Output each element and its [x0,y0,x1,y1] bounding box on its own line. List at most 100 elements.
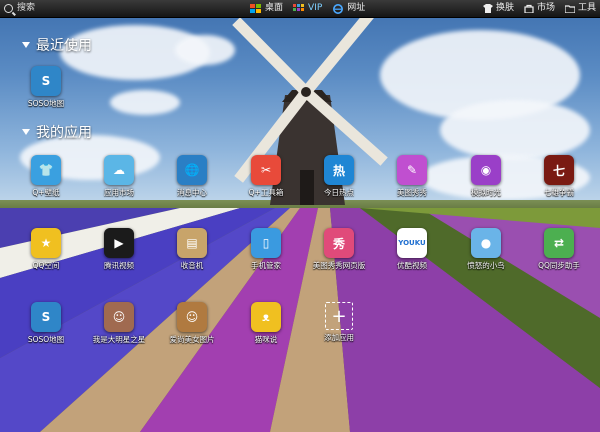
phone-manager-icon: ▯ [251,228,281,258]
app-label: QQ同步助手 [538,261,580,270]
app-shortcut[interactable]: ☁ 应用市场 [83,155,155,197]
app-label: 应用市场 [104,188,134,197]
app-shortcut[interactable]: ▶ 腾讯视频 [83,228,155,270]
folder-icon [564,5,575,13]
app-shortcut[interactable]: ▯ 手机管家 [230,228,302,270]
app-label: 美图秀秀 [397,188,427,197]
collapse-triangle-icon [22,129,30,135]
app-shortcut[interactable]: YOUKU 优酷视频 [376,228,448,270]
app-shortcut[interactable]: S SOSO地图 [10,66,82,108]
market-label: 市场 [536,3,555,13]
web-button[interactable]: 网址 [332,0,365,17]
app-label: Q+工具箱 [248,188,284,197]
vip-grid-icon [293,3,305,11]
search-icon [4,4,13,13]
app-label: 愤怒的小鸟 [467,261,505,270]
app-shortcut[interactable]: ᴥ 猫咪说 [230,302,302,344]
vip-button[interactable]: VIP [293,0,322,17]
search-box[interactable]: 搜索 [4,0,224,17]
app-label: 猫咪说 [254,335,278,344]
ie-icon [333,3,344,14]
desktop-button[interactable]: 桌面 [250,0,283,17]
app-shortcut[interactable]: ⇄ QQ同步助手 [523,228,595,270]
app-label: 爱尚美女图片 [169,335,215,344]
app-shortcut[interactable]: 秀美图秀秀网页版 [303,228,375,270]
top-taskbar: 搜索 桌面 VIP 网址 换肤 市场 工具 [0,0,600,18]
app-label: QQ空间 [32,261,60,270]
app-label: 美图秀秀网页版 [312,261,366,270]
app-label: 模拟时光 [471,188,501,197]
market-button[interactable]: 市场 [524,0,555,17]
app-label: Q+壁纸 [32,188,60,197]
hot-news-icon: 热 [324,155,354,185]
tools-label: 工具 [577,3,596,13]
star-photo-icon: ☺ [104,302,134,332]
windows-icon [250,3,261,13]
meitu-web-icon: 秀 [324,228,354,258]
shirt-icon [482,4,493,13]
tools-button[interactable]: 工具 [564,0,596,17]
app-shortcut[interactable]: ★ QQ空间 [10,228,82,270]
app-shortcut[interactable]: 🌐 消息中心 [156,155,228,197]
radio-icon: ▤ [177,228,207,258]
tshirt-icon: 👕 [31,155,61,185]
recent-section-title: 最近使用 [36,38,92,54]
web-label: 网址 [347,3,366,13]
app-shortcut[interactable]: 热今日热点 [303,155,375,197]
desktop-wallpaper [0,0,600,432]
message-center-icon: 🌐 [177,155,207,185]
app-label: 腾讯视频 [104,261,134,270]
video-icon: ▶ [104,228,134,258]
add-app-icon: + [325,302,353,330]
app-label: SOSO地图 [27,99,65,108]
app-label: 收音机 [180,261,204,270]
center-toolbar: 桌面 VIP 网址 [250,0,375,17]
app-label: SOSO地图 [27,335,65,344]
cloud [440,100,590,160]
bag-icon [524,4,534,13]
app-shortcut[interactable]: 七七雄争霸 [523,155,595,197]
cloud [110,90,180,115]
skin-label: 换肤 [495,3,514,13]
angry-birds-icon: ● [471,228,501,258]
cloud [175,35,235,65]
soso-map-icon: S [31,66,61,96]
recent-section-header[interactable]: 最近使用 [22,35,92,55]
app-label: 七雄争霸 [544,188,574,197]
my-apps-section-title: 我的应用 [36,125,92,141]
app-shortcut[interactable]: S SOSO地图 [10,302,82,344]
desktop-label: 桌面 [265,3,284,13]
right-toolbar: 换肤 市场 工具 [473,0,596,17]
app-shortcut[interactable]: ☺ 我是大明星之星 [83,302,155,344]
app-shortcut[interactable]: ✂ Q+工具箱 [230,155,302,197]
app-shortcut[interactable]: ☺ 爱尚美女图片 [156,302,228,344]
vip-label: VIP [308,3,323,13]
app-shortcut[interactable]: ● 愤怒的小鸟 [450,228,522,270]
app-market-icon: ☁ [104,155,134,185]
app-label: 我是大明星之星 [92,335,146,344]
app-shortcut[interactable]: 👕 Q+壁纸 [10,155,82,197]
app-shortcut[interactable]: ▤ 收音机 [156,228,228,270]
app-shortcut[interactable]: ✎ 美图秀秀 [376,155,448,197]
app-shortcut[interactable]: + 添加应用 [303,302,375,342]
soso-map-icon: S [31,302,61,332]
qzone-icon: ★ [31,228,61,258]
game-icon: 七 [544,155,574,185]
my-apps-section-header[interactable]: 我的应用 [22,122,92,142]
app-label: 今日热点 [324,188,354,197]
qq-sync-icon: ⇄ [544,228,574,258]
meitu-icon: ✎ [397,155,427,185]
toolbox-icon: ✂ [251,155,281,185]
search-label: 搜索 [17,3,36,13]
skin-button[interactable]: 换肤 [482,0,514,17]
photo-icon: ☺ [177,302,207,332]
app-label: 手机管家 [251,261,281,270]
app-shortcut[interactable]: ◉ 模拟时光 [450,155,522,197]
cat-icon: ᴥ [251,302,281,332]
collapse-triangle-icon [22,42,30,48]
app-label: 消息中心 [177,188,207,197]
simulate-icon: ◉ [471,155,501,185]
app-label: 添加应用 [324,333,354,342]
app-label: 优酷视频 [397,261,427,270]
youku-icon: YOUKU [397,228,427,258]
